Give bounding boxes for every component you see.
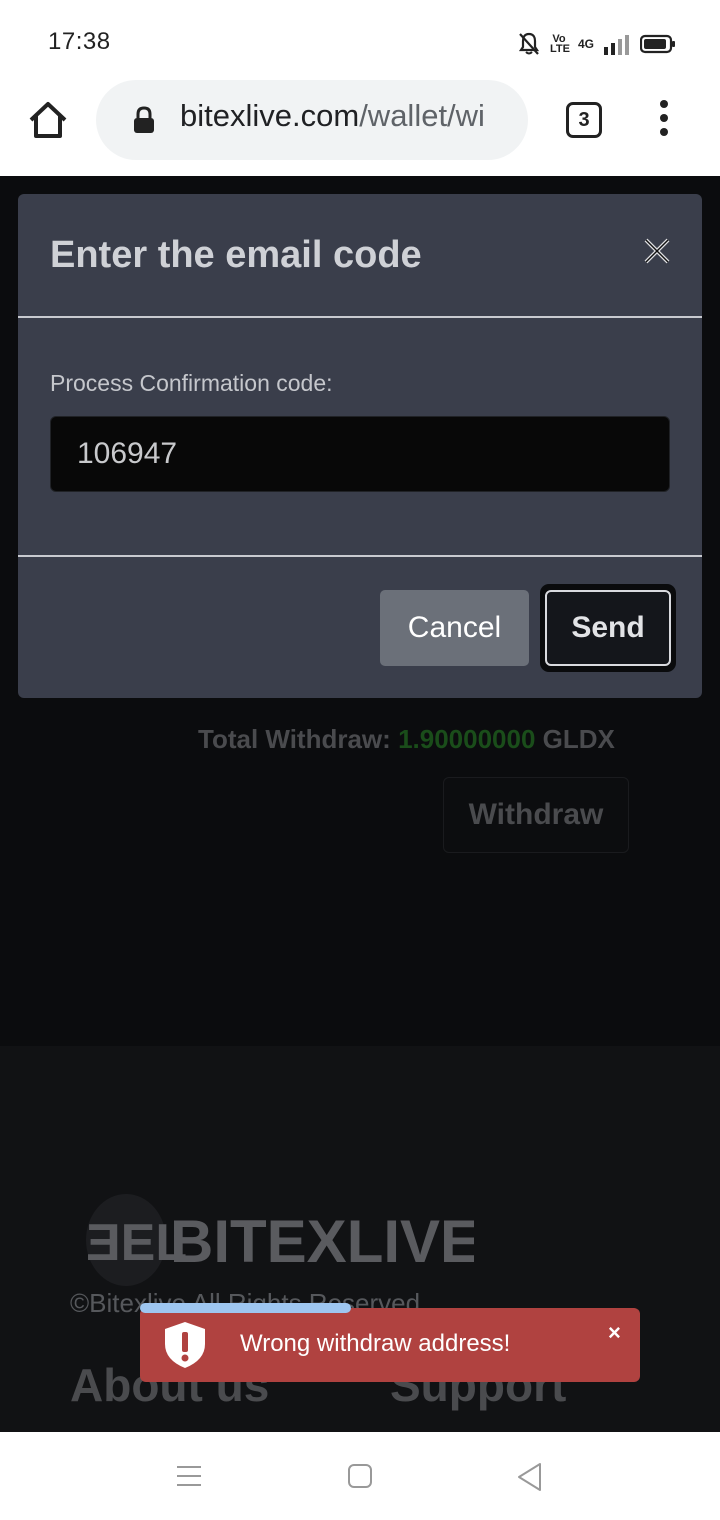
volte-icon: Vo LTE [549, 33, 570, 55]
error-toast[interactable]: Wrong withdraw address! × [140, 1308, 640, 1382]
total-withdraw-amount: 1.90000000 [398, 724, 536, 754]
overflow-menu-icon[interactable] [654, 100, 674, 140]
lock-icon [134, 106, 154, 133]
back-icon[interactable] [516, 1462, 544, 1492]
modal-title: Enter the email code [50, 234, 422, 276]
email-code-modal: Enter the email code Process Confirmatio… [18, 194, 702, 698]
bell-off-icon [518, 32, 540, 55]
address-bar[interactable]: bitexlive.com/wallet/wi [96, 80, 528, 160]
home-nav-icon[interactable] [348, 1464, 372, 1488]
shield-alert-icon [165, 1322, 205, 1368]
total-withdraw-currency: GLDX [542, 724, 615, 754]
bitexlive-logo: ƎEL BITEXLIVE [86, 1194, 474, 1286]
toast-close-button[interactable]: × [608, 1320, 621, 1346]
withdraw-button[interactable]: Withdraw [443, 777, 629, 853]
send-button[interactable]: Send [545, 590, 671, 666]
url-domain: bitexlive.com [180, 98, 360, 133]
tab-switcher-button[interactable]: 3 [566, 102, 602, 138]
confirmation-code-label: Process Confirmation code: [50, 370, 333, 396]
status-bar: 17:38 Vo LTE 4G [0, 0, 720, 84]
url-path: /wallet/wi [359, 98, 485, 133]
url-text: bitexlive.com/wallet/wi [180, 98, 512, 134]
modal-header: Enter the email code [18, 194, 702, 318]
modal-divider [18, 555, 702, 557]
status-time: 17:38 [48, 28, 111, 55]
signal-icon [604, 35, 629, 55]
network-type: 4G [577, 37, 594, 51]
toast-progress-bar [140, 1303, 351, 1313]
system-nav-bar [0, 1432, 720, 1520]
recent-apps-icon[interactable] [176, 1464, 202, 1488]
total-withdraw: Total Withdraw: 1.90000000 GLDX [198, 724, 615, 755]
total-withdraw-label: Total Withdraw: [198, 724, 391, 754]
confirmation-code-input[interactable] [50, 416, 670, 492]
status-icons: Vo LTE 4G [518, 30, 676, 58]
logo-text: BITEXLIVE [170, 1208, 474, 1275]
home-icon[interactable] [26, 98, 70, 142]
close-icon[interactable] [638, 232, 676, 270]
cancel-button[interactable]: Cancel [380, 590, 529, 666]
toast-message: Wrong withdraw address! [240, 1330, 511, 1357]
battery-icon [640, 34, 675, 54]
browser-toolbar: bitexlive.com/wallet/wi 3 [0, 80, 720, 176]
